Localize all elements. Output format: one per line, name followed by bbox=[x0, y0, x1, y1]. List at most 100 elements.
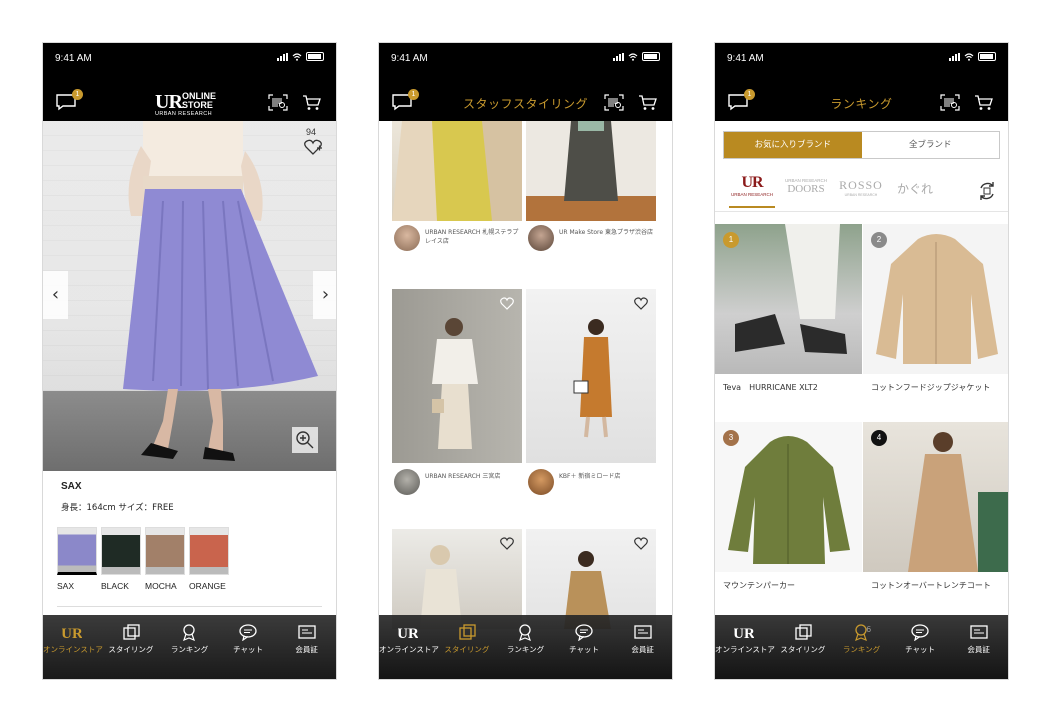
tab-member-card[interactable]: 会員証 bbox=[613, 615, 672, 679]
peek-rank-number: 6 bbox=[866, 625, 872, 634]
styling-photo[interactable] bbox=[526, 529, 656, 629]
color-swatch[interactable]: SAX bbox=[57, 527, 97, 591]
battery-icon bbox=[642, 52, 660, 61]
tab-member-card[interactable]: 会員証 bbox=[949, 615, 1008, 679]
styling-photo[interactable] bbox=[392, 529, 522, 629]
tab-label: 会員証 bbox=[295, 645, 318, 654]
store-logo[interactable]: UR ONLINE STORE URBAN RESEARCH bbox=[155, 89, 235, 119]
svg-text:UR: UR bbox=[62, 626, 82, 641]
styling-photo[interactable] bbox=[526, 289, 656, 463]
color-swatches: SAX BLACK MOCHA ORANGE bbox=[57, 527, 229, 591]
logo-online-store: ONLINE STORE bbox=[182, 92, 216, 110]
page-title: スタッフスタイリング bbox=[462, 97, 588, 111]
staff-info[interactable]: UR Make Store 東急プラザ渋谷店 bbox=[528, 225, 656, 251]
swatch-label: ORANGE bbox=[189, 581, 226, 591]
heart-icon[interactable] bbox=[634, 297, 648, 310]
favorite-brands-tab[interactable]: お気に入りブランド bbox=[724, 132, 862, 158]
swatch-label: MOCHA bbox=[145, 581, 177, 591]
all-brands-tab[interactable]: 全ブランド bbox=[862, 132, 1000, 158]
styling-icon bbox=[459, 624, 476, 640]
staff-info[interactable]: URBAN RESEARCH 三宮店 bbox=[394, 469, 522, 495]
cart-icon[interactable] bbox=[974, 94, 994, 111]
tab-label: オンラインストア bbox=[715, 645, 775, 654]
styling-image bbox=[392, 121, 522, 221]
staff-shop-name: UR Make Store 東急プラザ渋谷店 bbox=[559, 229, 653, 236]
styling-photo[interactable] bbox=[526, 121, 656, 221]
swatch-label: BLACK bbox=[101, 581, 129, 591]
favorite-heart-icon[interactable] bbox=[304, 139, 322, 155]
heart-icon[interactable] bbox=[634, 537, 648, 550]
tab-styling[interactable]: スタイリング bbox=[438, 615, 497, 679]
tab-chat[interactable]: チャット bbox=[555, 615, 614, 679]
tab-online-store[interactable]: UR オンラインストア bbox=[379, 615, 439, 679]
tab-styling[interactable]: スタイリング bbox=[102, 615, 161, 679]
swatch-image bbox=[145, 527, 185, 575]
swatch-image bbox=[101, 527, 141, 575]
status-bar: 9:41 AM bbox=[43, 43, 336, 73]
ur-logo-icon: UR bbox=[734, 626, 754, 641]
tab-ranking[interactable]: ランキング bbox=[160, 615, 219, 679]
signal-icon bbox=[277, 52, 288, 61]
product-image: 3 bbox=[715, 422, 862, 572]
ranking-item[interactable]: 3 マウンテンパーカー bbox=[715, 422, 862, 591]
product-name: コットンオーバートレンチコート bbox=[871, 581, 991, 590]
tab-styling[interactable]: スタイリング bbox=[774, 615, 833, 679]
zoom-button[interactable] bbox=[292, 427, 318, 453]
ranking-item[interactable]: 2 コットンフードジップジャケット bbox=[863, 224, 1008, 393]
tab-member-card[interactable]: 会員証 bbox=[277, 615, 336, 679]
tab-ranking[interactable]: 6 ランキング bbox=[832, 615, 891, 679]
styling-photo[interactable] bbox=[392, 121, 522, 221]
ranking-item[interactable]: 4 コットンオーバートレンチコート bbox=[863, 422, 1008, 591]
color-swatch[interactable]: BLACK bbox=[101, 527, 141, 591]
brand-filter-toggle: お気に入りブランド 全ブランド bbox=[723, 131, 1000, 159]
prev-image-button[interactable]: ‹ bbox=[43, 271, 68, 319]
styling-icon bbox=[123, 624, 140, 640]
barcode-scan-icon[interactable] bbox=[940, 94, 960, 111]
product-image[interactable]: ‹ › 94 bbox=[43, 121, 336, 471]
tab-bar: UR オンラインストア スタイリング 6 ランキング チャット 会員証 bbox=[715, 615, 1008, 679]
tab-chat[interactable]: チャット bbox=[219, 615, 278, 679]
award-icon bbox=[183, 624, 196, 641]
barcode-scan-icon[interactable] bbox=[604, 94, 624, 111]
styling-image bbox=[573, 319, 612, 438]
cart-icon[interactable] bbox=[302, 94, 322, 111]
ranking-item[interactable]: 1 Teva HURRICANE XLT2 bbox=[715, 224, 862, 393]
cart-icon[interactable] bbox=[638, 94, 658, 111]
product-photo bbox=[876, 234, 998, 364]
phone-online-store: 9:41 AM 1 UR ONLINESTORE URBAN RESEARCH bbox=[42, 42, 337, 680]
refresh-icon[interactable] bbox=[976, 180, 998, 202]
tab-online-store[interactable]: UR オンラインストア bbox=[43, 615, 103, 679]
heart-icon[interactable] bbox=[500, 537, 514, 550]
chat-bubble-icon bbox=[911, 624, 929, 641]
brand-ur[interactable]: UR URBAN RESEARCH bbox=[729, 174, 775, 208]
app-header: 1 ランキング bbox=[715, 73, 1008, 121]
product-image: 1 bbox=[715, 224, 862, 374]
tab-label: スタイリング bbox=[108, 645, 154, 654]
tab-chat[interactable]: チャット bbox=[891, 615, 950, 679]
ur-logo-icon: UR bbox=[398, 626, 418, 641]
tab-online-store[interactable]: UR オンラインストア bbox=[715, 615, 775, 679]
color-swatch[interactable]: MOCHA bbox=[145, 527, 185, 591]
tab-ranking[interactable]: ランキング bbox=[496, 615, 555, 679]
barcode-scan-icon[interactable] bbox=[268, 94, 288, 111]
brand-rosso-name: ROSSO bbox=[839, 178, 883, 192]
brand-rosso[interactable]: ROSSO URBAN RESEARCH bbox=[839, 178, 883, 197]
brand-kagure[interactable]: かぐれ bbox=[893, 180, 937, 197]
styling-photo[interactable] bbox=[392, 289, 522, 463]
next-image-button[interactable]: › bbox=[313, 271, 336, 319]
status-time: 9:41 AM bbox=[391, 53, 428, 64]
like-count: 94 bbox=[305, 127, 316, 137]
tab-label: スタイリング bbox=[780, 645, 826, 654]
award-icon bbox=[519, 624, 532, 641]
heart-icon[interactable] bbox=[500, 297, 514, 310]
tab-label: 会員証 bbox=[631, 645, 654, 654]
staff-info[interactable]: URBAN RESEARCH 札幌ステラプレイス店 bbox=[394, 225, 522, 251]
model-size-info: 身長：164cm サイズ：FREE bbox=[61, 503, 174, 513]
color-swatch[interactable]: ORANGE bbox=[189, 527, 229, 591]
styling-icon bbox=[795, 624, 812, 640]
product-name: Teva HURRICANE XLT2 bbox=[723, 383, 818, 392]
brand-doors[interactable]: URBAN RESEARCH DOORS bbox=[785, 178, 827, 195]
staff-avatar bbox=[528, 469, 554, 495]
staff-info[interactable]: KBF＋ 新宿ミロード店 bbox=[528, 469, 656, 495]
tab-label: チャット bbox=[233, 645, 264, 654]
